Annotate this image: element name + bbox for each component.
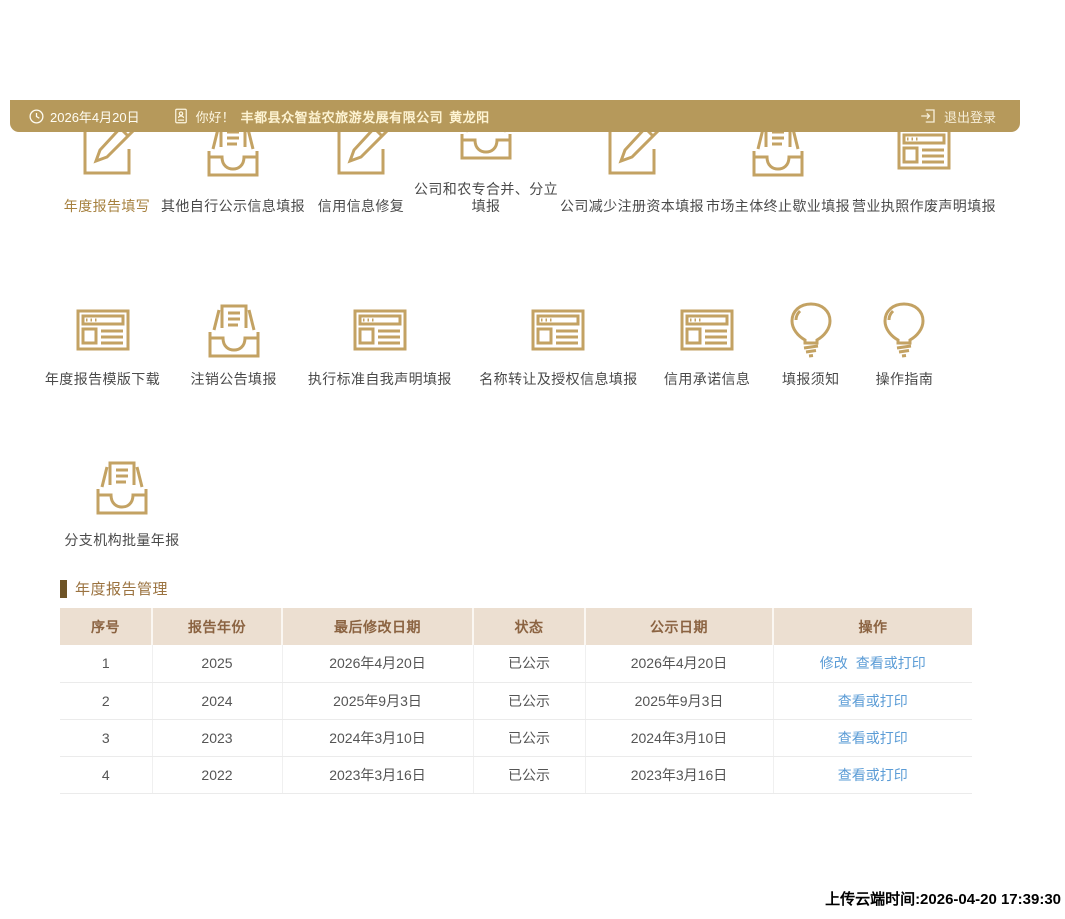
menu-row-3: 分支机构批量年报 <box>57 455 1065 549</box>
menu-item-branch-batch-annual-report[interactable]: 分支机构批量年报 <box>57 455 187 549</box>
table-row: 3 2023 2024年3月10日 已公示 2024年3月10日 查看或打印 <box>60 719 972 756</box>
browser-icon <box>348 298 412 362</box>
cell-publish-date: 2023年3月16日 <box>585 756 773 793</box>
annual-report-table: 序号 报告年份 最后修改日期 状态 公示日期 操作 1 2025 2026年4月… <box>60 608 972 794</box>
user-name: 黄龙阳 <box>449 107 490 126</box>
cell-report-year: 2022 <box>152 756 282 793</box>
col-header-status: 状态 <box>473 608 585 645</box>
lightbulb-icon <box>872 298 936 362</box>
menu-item-standard-self-declaration[interactable]: 执行标准自我声明填报 <box>302 298 457 388</box>
menu-item-report-template-download[interactable]: 年度报告模版下载 <box>40 298 165 388</box>
cell-last-modified: 2026年4月20日 <box>282 645 473 682</box>
section-title-annual-report-management: 年度报告管理 <box>60 578 1065 599</box>
cell-operations: 查看或打印 <box>773 719 972 756</box>
cell-last-modified: 2023年3月16日 <box>282 756 473 793</box>
col-header-last-modified: 最后修改日期 <box>282 608 473 645</box>
cell-report-year: 2024 <box>152 682 282 719</box>
cell-publish-date: 2026年4月20日 <box>585 645 773 682</box>
col-header-report-year: 报告年份 <box>152 608 282 645</box>
table-row: 4 2022 2023年3月16日 已公示 2023年3月16日 查看或打印 <box>60 756 972 793</box>
lightbulb-icon <box>779 298 843 362</box>
modify-link[interactable]: 修改 <box>820 655 848 671</box>
col-header-operations: 操作 <box>773 608 972 645</box>
cell-publish-date: 2025年9月3日 <box>585 682 773 719</box>
upload-time-overlay: 上传云端时间:2026-04-20 17:39:30 <box>825 888 1061 909</box>
menu-item-credit-commitment-info[interactable]: 信用承诺信息 <box>660 298 755 388</box>
menu-row-2: 年度报告模版下载 注销公告填报 执行标准自我声明填报 名称转让及授权信息填报 信… <box>40 298 942 388</box>
cell-status: 已公示 <box>473 645 585 682</box>
cell-operations: 修改查看或打印 <box>773 645 972 682</box>
company-name: 丰都县众智益农旅游发展有限公司 <box>241 107 444 126</box>
browser-icon <box>526 298 590 362</box>
cell-operations: 查看或打印 <box>773 756 972 793</box>
cell-index: 3 <box>60 719 152 756</box>
greeting-prefix: 你好！ <box>196 107 235 126</box>
menu-item-cancellation-notice-fill[interactable]: 注销公告填报 <box>184 298 284 388</box>
header-date-text: 2026年4月20日 <box>50 107 140 126</box>
view-or-print-link[interactable]: 查看或打印 <box>838 767 908 783</box>
browser-icon <box>675 298 739 362</box>
inbox-icon <box>90 455 154 519</box>
cell-status: 已公示 <box>473 719 585 756</box>
cell-index: 4 <box>60 756 152 793</box>
logout-button[interactable]: 退出登录 <box>919 107 996 126</box>
cell-status: 已公示 <box>473 682 585 719</box>
section-title-text: 年度报告管理 <box>75 578 168 599</box>
cell-operations: 查看或打印 <box>773 682 972 719</box>
browser-icon <box>71 298 135 362</box>
table-header-row: 序号 报告年份 最后修改日期 状态 公示日期 操作 <box>60 608 972 645</box>
cell-report-year: 2025 <box>152 645 282 682</box>
cell-last-modified: 2024年3月10日 <box>282 719 473 756</box>
cell-status: 已公示 <box>473 756 585 793</box>
table-row: 2 2024 2025年9月3日 已公示 2025年9月3日 查看或打印 <box>60 682 972 719</box>
view-or-print-link[interactable]: 查看或打印 <box>856 655 926 671</box>
col-header-publish-date: 公示日期 <box>585 608 773 645</box>
cell-index: 2 <box>60 682 152 719</box>
id-badge-icon <box>172 107 190 125</box>
cell-index: 1 <box>60 645 152 682</box>
menu-item-name-transfer-authorization[interactable]: 名称转让及授权信息填报 <box>476 298 641 388</box>
view-or-print-link[interactable]: 查看或打印 <box>838 693 908 709</box>
logout-icon <box>919 107 937 125</box>
view-or-print-link[interactable]: 查看或打印 <box>838 730 908 746</box>
menu-item-filing-instructions[interactable]: 填报须知 <box>773 298 848 388</box>
cell-last-modified: 2025年9月3日 <box>282 682 473 719</box>
clock-icon <box>28 108 45 125</box>
section-marker <box>60 580 67 598</box>
cell-report-year: 2023 <box>152 719 282 756</box>
top-header-bar: 2026年4月20日 你好！ 丰都县众智益农旅游发展有限公司 黄龙阳 退出登录 <box>10 100 1020 132</box>
header-date: 2026年4月20日 <box>28 107 140 126</box>
header-greeting: 你好！ 丰都县众智益农旅游发展有限公司 黄龙阳 <box>172 107 490 126</box>
col-header-index: 序号 <box>60 608 152 645</box>
inbox-icon <box>202 298 266 362</box>
menu-item-operation-guide[interactable]: 操作指南 <box>867 298 942 388</box>
logout-label: 退出登录 <box>944 107 996 126</box>
cell-publish-date: 2024年3月10日 <box>585 719 773 756</box>
table-row: 1 2025 2026年4月20日 已公示 2026年4月20日 修改查看或打印 <box>60 645 972 682</box>
